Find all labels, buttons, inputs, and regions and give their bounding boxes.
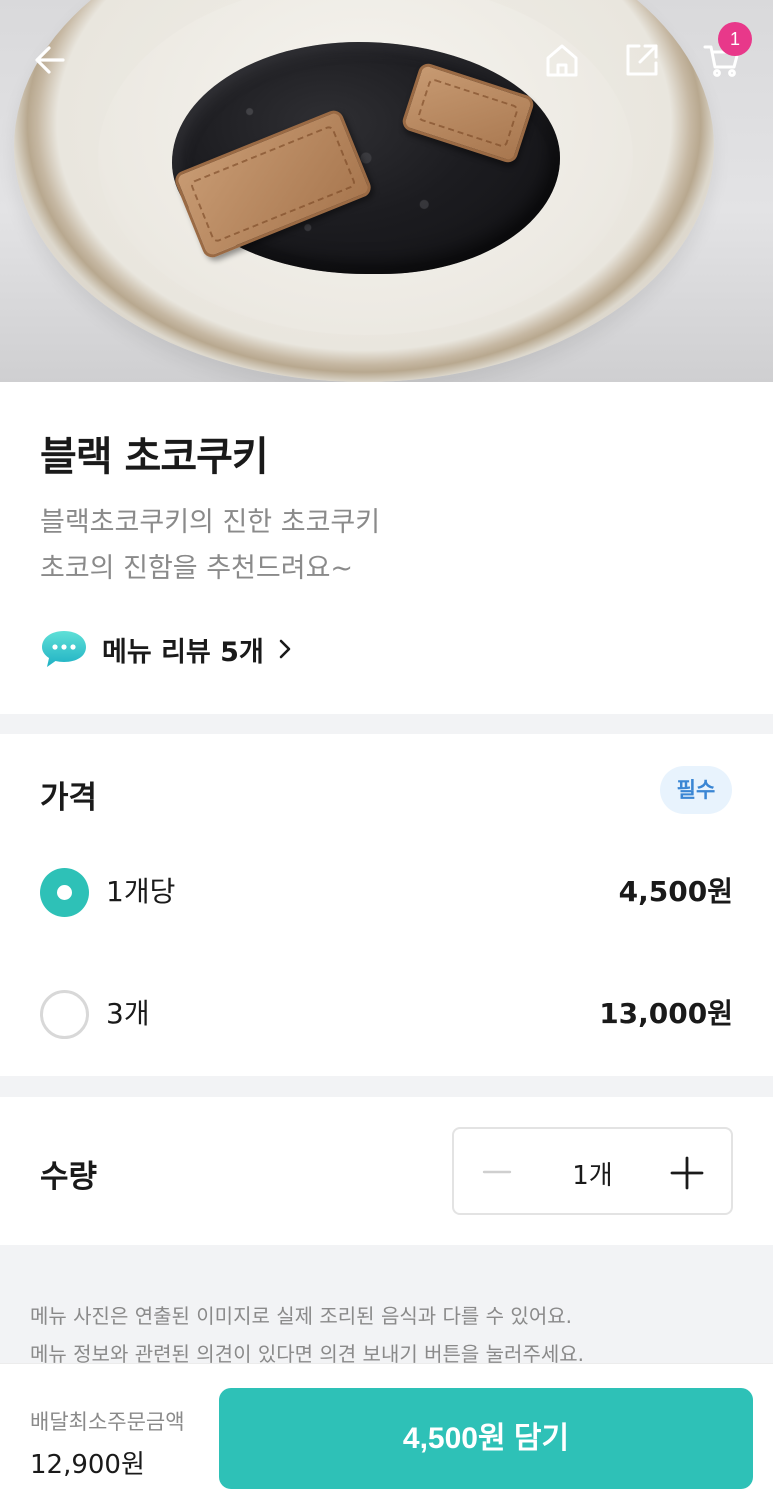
price-option-single[interactable]: 1개당 4,500원 (0, 858, 773, 928)
menu-description: 블랙초코쿠키의 진한 초코쿠키 초코의 진함을 추천드려요~ (40, 507, 381, 584)
notice-line: 메뉴 사진은 연출된 이미지로 실제 조리된 음식과 다를 수 있어요. (30, 1304, 572, 1328)
share-button[interactable] (620, 38, 664, 82)
min-order-value: 12,900원 (30, 1450, 145, 1480)
menu-notice: 메뉴 사진은 연출된 이미지로 실제 조리된 음식과 다를 수 있어요. 메뉴 … (0, 1245, 773, 1366)
menu-title: 블랙 초코쿠키 (40, 434, 269, 480)
speech-bubble-icon (42, 631, 86, 667)
share-icon (626, 44, 658, 76)
home-button[interactable] (540, 38, 584, 82)
menu-review-link[interactable]: 메뉴 리뷰 5개 (40, 628, 292, 670)
add-to-cart-button[interactable]: 4,500원 담기 (219, 1388, 753, 1489)
back-button[interactable] (28, 38, 72, 82)
required-badge: 필수 (660, 766, 732, 814)
price-option-three[interactable]: 3개 13,000원 (0, 980, 773, 1050)
plus-icon[interactable] (669, 1155, 705, 1191)
quantity-stepper: 1개 (452, 1127, 733, 1215)
price-section: 가격 필수 1개당 4,500원 3개 13,000원 (0, 734, 773, 1076)
review-count-label: 메뉴 리뷰 5개 (102, 636, 264, 668)
price-section-title: 가격 (40, 780, 98, 816)
menu-info: 블랙 초코쿠키 블랙초코쿠키의 진한 초코쿠키 초코의 진함을 추천드려요~ 메… (0, 382, 773, 714)
option-label: 3개 (106, 997, 150, 1030)
section-divider (0, 1076, 773, 1097)
option-price: 13,000원 (599, 997, 733, 1030)
option-price: 4,500원 (618, 875, 733, 908)
home-icon (546, 44, 578, 77)
radio-selected-icon[interactable] (40, 868, 89, 917)
quantity-section: 수량 1개 (0, 1097, 773, 1245)
section-divider (0, 714, 773, 734)
min-order-label: 배달최소주문금액 (30, 1410, 185, 1434)
cart-button[interactable]: 1 (700, 22, 752, 82)
cart-count-badge: 1 (718, 22, 752, 56)
menu-photo: 1 (0, 0, 773, 382)
bottom-order-bar: 배달최소주문금액 12,900원 4,500원 담기 (0, 1363, 773, 1493)
option-label: 1개당 (106, 875, 176, 908)
radio-unselected-icon[interactable] (40, 990, 89, 1039)
chevron-right-icon (279, 639, 291, 659)
quantity-title: 수량 (40, 1159, 98, 1195)
arrow-left-icon (35, 46, 65, 74)
